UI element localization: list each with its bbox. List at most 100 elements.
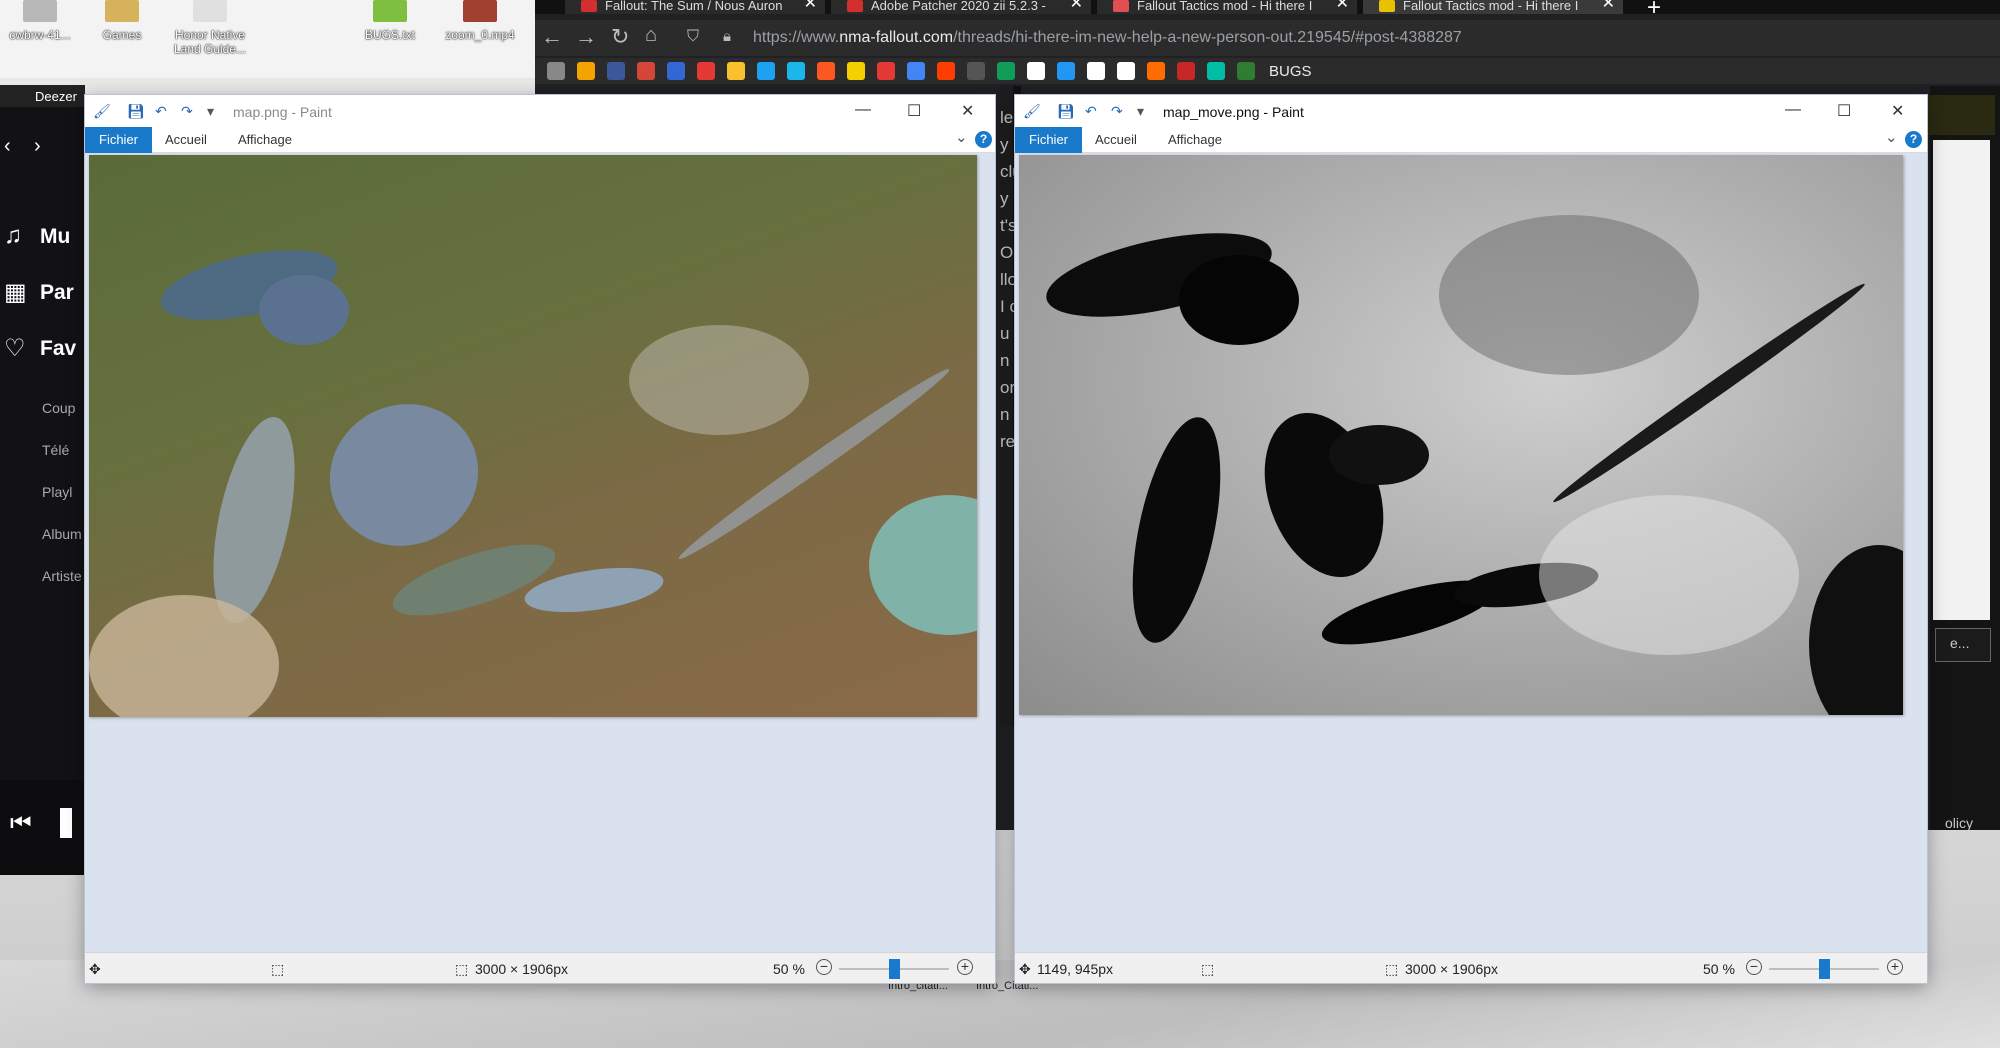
forward-chevron-icon[interactable]: › [34,135,41,158]
desktop-icon-games[interactable]: Games [72,0,172,42]
deezer-sub-artistes[interactable]: Artiste [42,568,82,584]
home-icon[interactable]: ⌂ [645,24,657,47]
minimize-icon[interactable]: — [855,101,871,119]
save-icon[interactable]: 💾︎ [1057,103,1075,120]
help-icon[interactable]: ? [975,131,992,148]
bookmark-icon[interactable] [1207,62,1225,80]
browser-tab-4[interactable]: Fallout Tactics mod - Hi there I ✕ [1363,0,1623,14]
video-file-icon [463,0,497,22]
zoom-in-icon[interactable]: + [957,959,973,975]
reload-icon[interactable]: ↻ [611,24,629,50]
desktop-icon-honor-native-land[interactable]: Honor Native Land Guide... [160,0,260,56]
lock-icon[interactable]: 🔒︎ [723,28,731,45]
bookmark-icon[interactable] [1237,62,1255,80]
bookmark-icon[interactable] [727,62,745,80]
window-title: map_move.png - Paint [1163,104,1304,120]
bookmark-icon[interactable] [847,62,865,80]
close-tab-icon[interactable]: ✕ [1336,0,1349,12]
back-arrow-icon[interactable]: ← [541,24,563,50]
tab-affichage[interactable]: Affichage [1154,127,1236,153]
deezer-nav-parcourir[interactable]: Par [40,281,74,305]
new-tab-icon[interactable]: + [1647,0,1661,22]
close-icon[interactable]: ✕ [961,101,974,121]
redo-icon[interactable]: ↷ [1111,103,1123,120]
zoom-slider-thumb[interactable] [889,959,900,979]
shield-icon[interactable]: ⛉ [687,28,699,46]
bookmark-icon[interactable] [907,62,925,80]
url-field[interactable]: https://www.nma-fallout.com/threads/hi-t… [753,29,1462,47]
bookmark-bugs[interactable]: BUGS [1269,63,1312,80]
minimize-icon[interactable]: — [1785,101,1801,119]
help-icon[interactable]: ? [1905,131,1922,148]
back-chevron-icon[interactable]: ‹ [4,135,11,158]
customize-qat-icon[interactable]: ▾ [207,103,214,120]
zoom-out-icon[interactable]: − [816,959,832,975]
map-image-satellite[interactable] [89,155,977,717]
selection-icon: ⬚ [1201,961,1215,977]
desktop-icons-row: cwbrw-41... Games Honor Native Land Guid… [0,0,535,78]
pause-icon[interactable] [60,808,72,838]
bookmark-icon[interactable] [1027,62,1045,80]
forward-arrow-icon[interactable]: → [575,24,597,50]
lake-huron-shape [306,379,502,571]
tab-affichage[interactable]: Affichage [224,127,306,153]
desktop-icon-zoom-mp4[interactable]: zoom_0.mp4 [430,0,530,42]
deezer-nav-favoris[interactable]: Fav [40,337,76,361]
deezer-sub-coups[interactable]: Coup [42,400,75,416]
bookmark-icon[interactable] [1177,62,1195,80]
zoom-out-icon[interactable]: − [1746,959,1762,975]
bookmark-icon[interactable] [757,62,775,80]
browser-tab-3[interactable]: Fallout Tactics mod - Hi there I ✕ [1097,0,1357,14]
bookmark-icon[interactable] [667,62,685,80]
bookmark-icon[interactable] [967,62,985,80]
bookmark-icon[interactable] [937,62,955,80]
browser-tab-2[interactable]: Adobe Patcher 2020 zii 5.2.3 - ✕ [831,0,1091,14]
page-button-edge[interactable]: e... [1935,628,1991,662]
tab-fichier[interactable]: Fichier [85,127,153,153]
zoom-in-icon[interactable]: + [1887,959,1903,975]
redo-icon[interactable]: ↷ [181,103,193,120]
tab-accueil[interactable]: Accueil [1081,127,1151,153]
bookmark-icon[interactable] [1147,62,1165,80]
maximize-icon[interactable]: ☐ [1837,101,1851,121]
bookmark-icon[interactable] [697,62,715,80]
previous-track-icon[interactable]: ⏮ [10,810,32,838]
undo-icon[interactable]: ↶ [155,103,167,120]
close-tab-icon[interactable]: ✕ [1070,0,1083,12]
map-image-movement[interactable] [1019,155,1903,715]
deezer-sub-telechargements[interactable]: Télé [42,442,69,458]
close-tab-icon[interactable]: ✕ [804,0,817,12]
deezer-nav-music[interactable]: Mu [40,225,70,249]
close-icon[interactable]: ✕ [1891,101,1904,121]
bookmark-icon[interactable] [877,62,895,80]
tab-accueil[interactable]: Accueil [151,127,221,153]
zoom-slider-thumb[interactable] [1819,959,1830,979]
bookmark-icon[interactable] [787,62,805,80]
maximize-icon[interactable]: ☐ [907,101,921,121]
undo-icon[interactable]: ↶ [1085,103,1097,120]
desktop-icon-bugs-txt[interactable]: BUGS.txt [340,0,440,42]
close-tab-icon[interactable]: ✕ [1602,0,1615,12]
paint-title-bar: 🖌︎ 💾︎ ↶ ↷ ▾ map_move.png - Paint — ☐ ✕ [1015,95,1927,127]
bookmark-icon[interactable] [1087,62,1105,80]
bookmark-icon[interactable] [997,62,1015,80]
deezer-sub-albums[interactable]: Album [42,526,82,542]
bookmark-icon[interactable] [577,62,595,80]
browser-tab-1[interactable]: Fallout: The Sum / Nous Auron ✕ [565,0,825,14]
collapse-ribbon-icon[interactable]: ⌄ [1885,128,1898,146]
move-cursor-icon: ✥ [89,961,101,977]
bookmark-icon[interactable] [1117,62,1135,80]
lake-superior-east-shape [259,275,349,345]
save-icon[interactable]: 💾︎ [127,103,145,120]
tab-fichier[interactable]: Fichier [1015,127,1083,153]
bookmark-icon[interactable] [547,62,565,80]
customize-qat-icon[interactable]: ▾ [1137,103,1144,120]
site-favicon-icon [1379,0,1395,12]
bookmark-icon[interactable] [637,62,655,80]
deezer-sub-playlists[interactable]: Playl [42,484,72,500]
bookmark-icon[interactable] [607,62,625,80]
bookmark-icon[interactable] [817,62,835,80]
collapse-ribbon-icon[interactable]: ⌄ [955,128,968,146]
bookmark-icon[interactable] [1057,62,1075,80]
privacy-policy-link[interactable]: olicy [1945,815,1973,831]
